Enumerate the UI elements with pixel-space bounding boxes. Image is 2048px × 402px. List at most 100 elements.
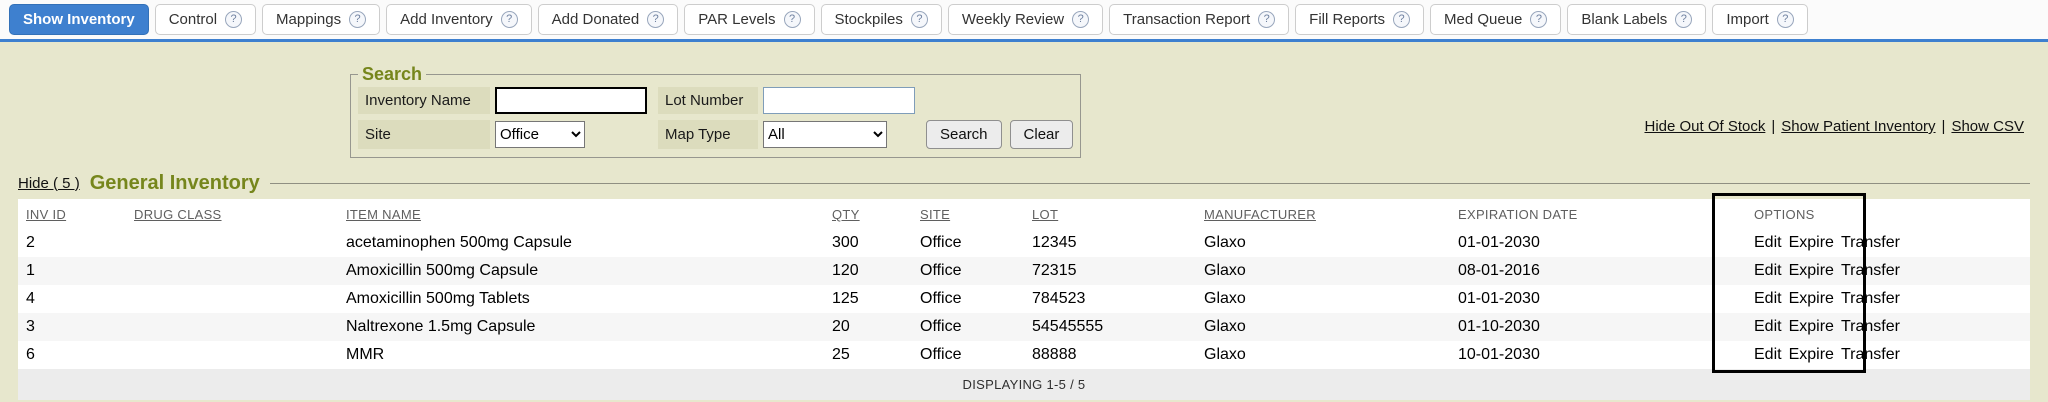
help-icon[interactable]: ? xyxy=(784,11,801,28)
search-panel-title: Search xyxy=(358,64,426,85)
map-type-select[interactable]: All xyxy=(763,121,887,148)
help-icon[interactable]: ? xyxy=(1675,11,1692,28)
expire-link[interactable]: Expire xyxy=(1789,262,1834,279)
col-header-expiration-date: EXPIRATION DATE xyxy=(1450,199,1746,229)
cell-drug-class xyxy=(126,257,338,285)
table-footer-row: DISPLAYING 1-5 / 5 xyxy=(18,369,2030,400)
help-icon[interactable]: ? xyxy=(1777,11,1794,28)
tab-control[interactable]: Control ? xyxy=(155,4,256,35)
cell-site: Office xyxy=(912,313,1024,341)
cell-manufacturer: Glaxo xyxy=(1196,341,1450,369)
edit-link[interactable]: Edit xyxy=(1754,234,1782,251)
transfer-link[interactable]: Transfer xyxy=(1841,318,1900,335)
col-header-manufacturer[interactable]: MANUFACTURER xyxy=(1196,199,1450,229)
col-header-item-name[interactable]: ITEM NAME xyxy=(338,199,824,229)
help-icon[interactable]: ? xyxy=(349,11,366,28)
header-divider xyxy=(270,183,2030,184)
cell-drug-class xyxy=(126,341,338,369)
cell-inv-id: 1 xyxy=(18,257,126,285)
col-header-lot[interactable]: LOT xyxy=(1024,199,1196,229)
transfer-link[interactable]: Transfer xyxy=(1841,262,1900,279)
tab-label: Show Inventory xyxy=(23,11,135,28)
inventory-name-input[interactable] xyxy=(495,87,647,114)
section-title: General Inventory xyxy=(90,172,260,195)
hide-out-of-stock-link[interactable]: Hide Out Of Stock xyxy=(1644,118,1765,135)
tab-fill-reports[interactable]: Fill Reports ? xyxy=(1295,4,1424,35)
cell-manufacturer: Glaxo xyxy=(1196,257,1450,285)
expire-link[interactable]: Expire xyxy=(1789,234,1834,251)
tab-stockpiles[interactable]: Stockpiles ? xyxy=(821,4,942,35)
link-separator: | xyxy=(1771,118,1775,135)
cell-expiration-date: 01-10-2030 xyxy=(1450,313,1746,341)
show-csv-link[interactable]: Show CSV xyxy=(1951,118,2024,135)
tab-label: Mappings xyxy=(276,11,341,28)
edit-link[interactable]: Edit xyxy=(1754,346,1782,363)
col-header-qty[interactable]: QTY xyxy=(824,199,912,229)
tab-label: Add Inventory xyxy=(400,11,493,28)
tab-label: Import xyxy=(1726,11,1769,28)
search-button[interactable]: Search xyxy=(926,120,1002,149)
tab-show-inventory[interactable]: Show Inventory xyxy=(9,4,149,35)
cell-drug-class xyxy=(126,229,338,257)
cell-qty: 300 xyxy=(824,229,912,257)
tab-add-donated[interactable]: Add Donated ? xyxy=(538,4,679,35)
cell-inv-id: 2 xyxy=(18,229,126,257)
transfer-link[interactable]: Transfer xyxy=(1841,290,1900,307)
tab-import[interactable]: Import ? xyxy=(1712,4,1808,35)
cell-item-name: Amoxicillin 500mg Tablets xyxy=(338,285,824,313)
col-header-inv-id[interactable]: INV ID xyxy=(18,199,126,229)
help-icon[interactable]: ? xyxy=(647,11,664,28)
tab-transaction-report[interactable]: Transaction Report ? xyxy=(1109,4,1289,35)
table-row: 4 Amoxicillin 500mg Tablets 125 Office 7… xyxy=(18,285,2030,313)
edit-link[interactable]: Edit xyxy=(1754,262,1782,279)
tab-mappings[interactable]: Mappings ? xyxy=(262,4,380,35)
cell-expiration-date: 01-01-2030 xyxy=(1450,229,1746,257)
cell-site: Office xyxy=(912,257,1024,285)
help-icon[interactable]: ? xyxy=(1258,11,1275,28)
tab-med-queue[interactable]: Med Queue ? xyxy=(1430,4,1561,35)
lot-number-input[interactable] xyxy=(763,87,915,114)
tab-label: Med Queue xyxy=(1444,11,1522,28)
cell-site: Office xyxy=(912,229,1024,257)
table-row: 3 Naltrexone 1.5mg Capsule 20 Office 545… xyxy=(18,313,2030,341)
inventory-view-links: Hide Out Of Stock | Show Patient Inventory… xyxy=(1644,118,2024,135)
transfer-link[interactable]: Transfer xyxy=(1841,346,1900,363)
cell-lot: 72315 xyxy=(1024,257,1196,285)
cell-item-name: MMR xyxy=(338,341,824,369)
tab-blank-labels[interactable]: Blank Labels ? xyxy=(1567,4,1706,35)
hide-section-link[interactable]: Hide ( 5 ) xyxy=(18,175,80,192)
col-header-drug-class[interactable]: DRUG CLASS xyxy=(126,199,338,229)
transfer-link[interactable]: Transfer xyxy=(1841,234,1900,251)
tab-par-levels[interactable]: PAR Levels ? xyxy=(684,4,814,35)
expire-link[interactable]: Expire xyxy=(1789,346,1834,363)
show-patient-inventory-link[interactable]: Show Patient Inventory xyxy=(1781,118,1935,135)
help-icon[interactable]: ? xyxy=(225,11,242,28)
table-footer-count: DISPLAYING 1-5 / 5 xyxy=(18,369,2030,400)
clear-button[interactable]: Clear xyxy=(1010,120,1074,149)
tab-weekly-review[interactable]: Weekly Review ? xyxy=(948,4,1103,35)
search-area: Search Inventory Name Lot Number Site Of… xyxy=(0,42,2048,170)
cell-lot: 54545555 xyxy=(1024,313,1196,341)
expire-link[interactable]: Expire xyxy=(1789,290,1834,307)
edit-link[interactable]: Edit xyxy=(1754,290,1782,307)
help-icon[interactable]: ? xyxy=(1072,11,1089,28)
cell-qty: 25 xyxy=(824,341,912,369)
help-icon[interactable]: ? xyxy=(1530,11,1547,28)
tab-add-inventory[interactable]: Add Inventory ? xyxy=(386,4,532,35)
cell-inv-id: 3 xyxy=(18,313,126,341)
tab-label: Stockpiles xyxy=(835,11,903,28)
help-icon[interactable]: ? xyxy=(501,11,518,28)
edit-link[interactable]: Edit xyxy=(1754,318,1782,335)
help-icon[interactable]: ? xyxy=(911,11,928,28)
inventory-table-container: INV ID DRUG CLASS ITEM NAME QTY SITE LOT… xyxy=(18,199,2030,400)
table-row: 6 MMR 25 Office 88888 Glaxo 10-01-2030 E… xyxy=(18,341,2030,369)
cell-expiration-date: 08-01-2016 xyxy=(1450,257,1746,285)
expire-link[interactable]: Expire xyxy=(1789,318,1834,335)
lot-number-label: Lot Number xyxy=(658,87,758,114)
col-header-site[interactable]: SITE xyxy=(912,199,1024,229)
table-row: 2 acetaminophen 500mg Capsule 300 Office… xyxy=(18,229,2030,257)
cell-manufacturer: Glaxo xyxy=(1196,229,1450,257)
cell-options: Edit Expire Transfer xyxy=(1746,341,2030,369)
site-select[interactable]: Office xyxy=(495,121,585,148)
help-icon[interactable]: ? xyxy=(1393,11,1410,28)
